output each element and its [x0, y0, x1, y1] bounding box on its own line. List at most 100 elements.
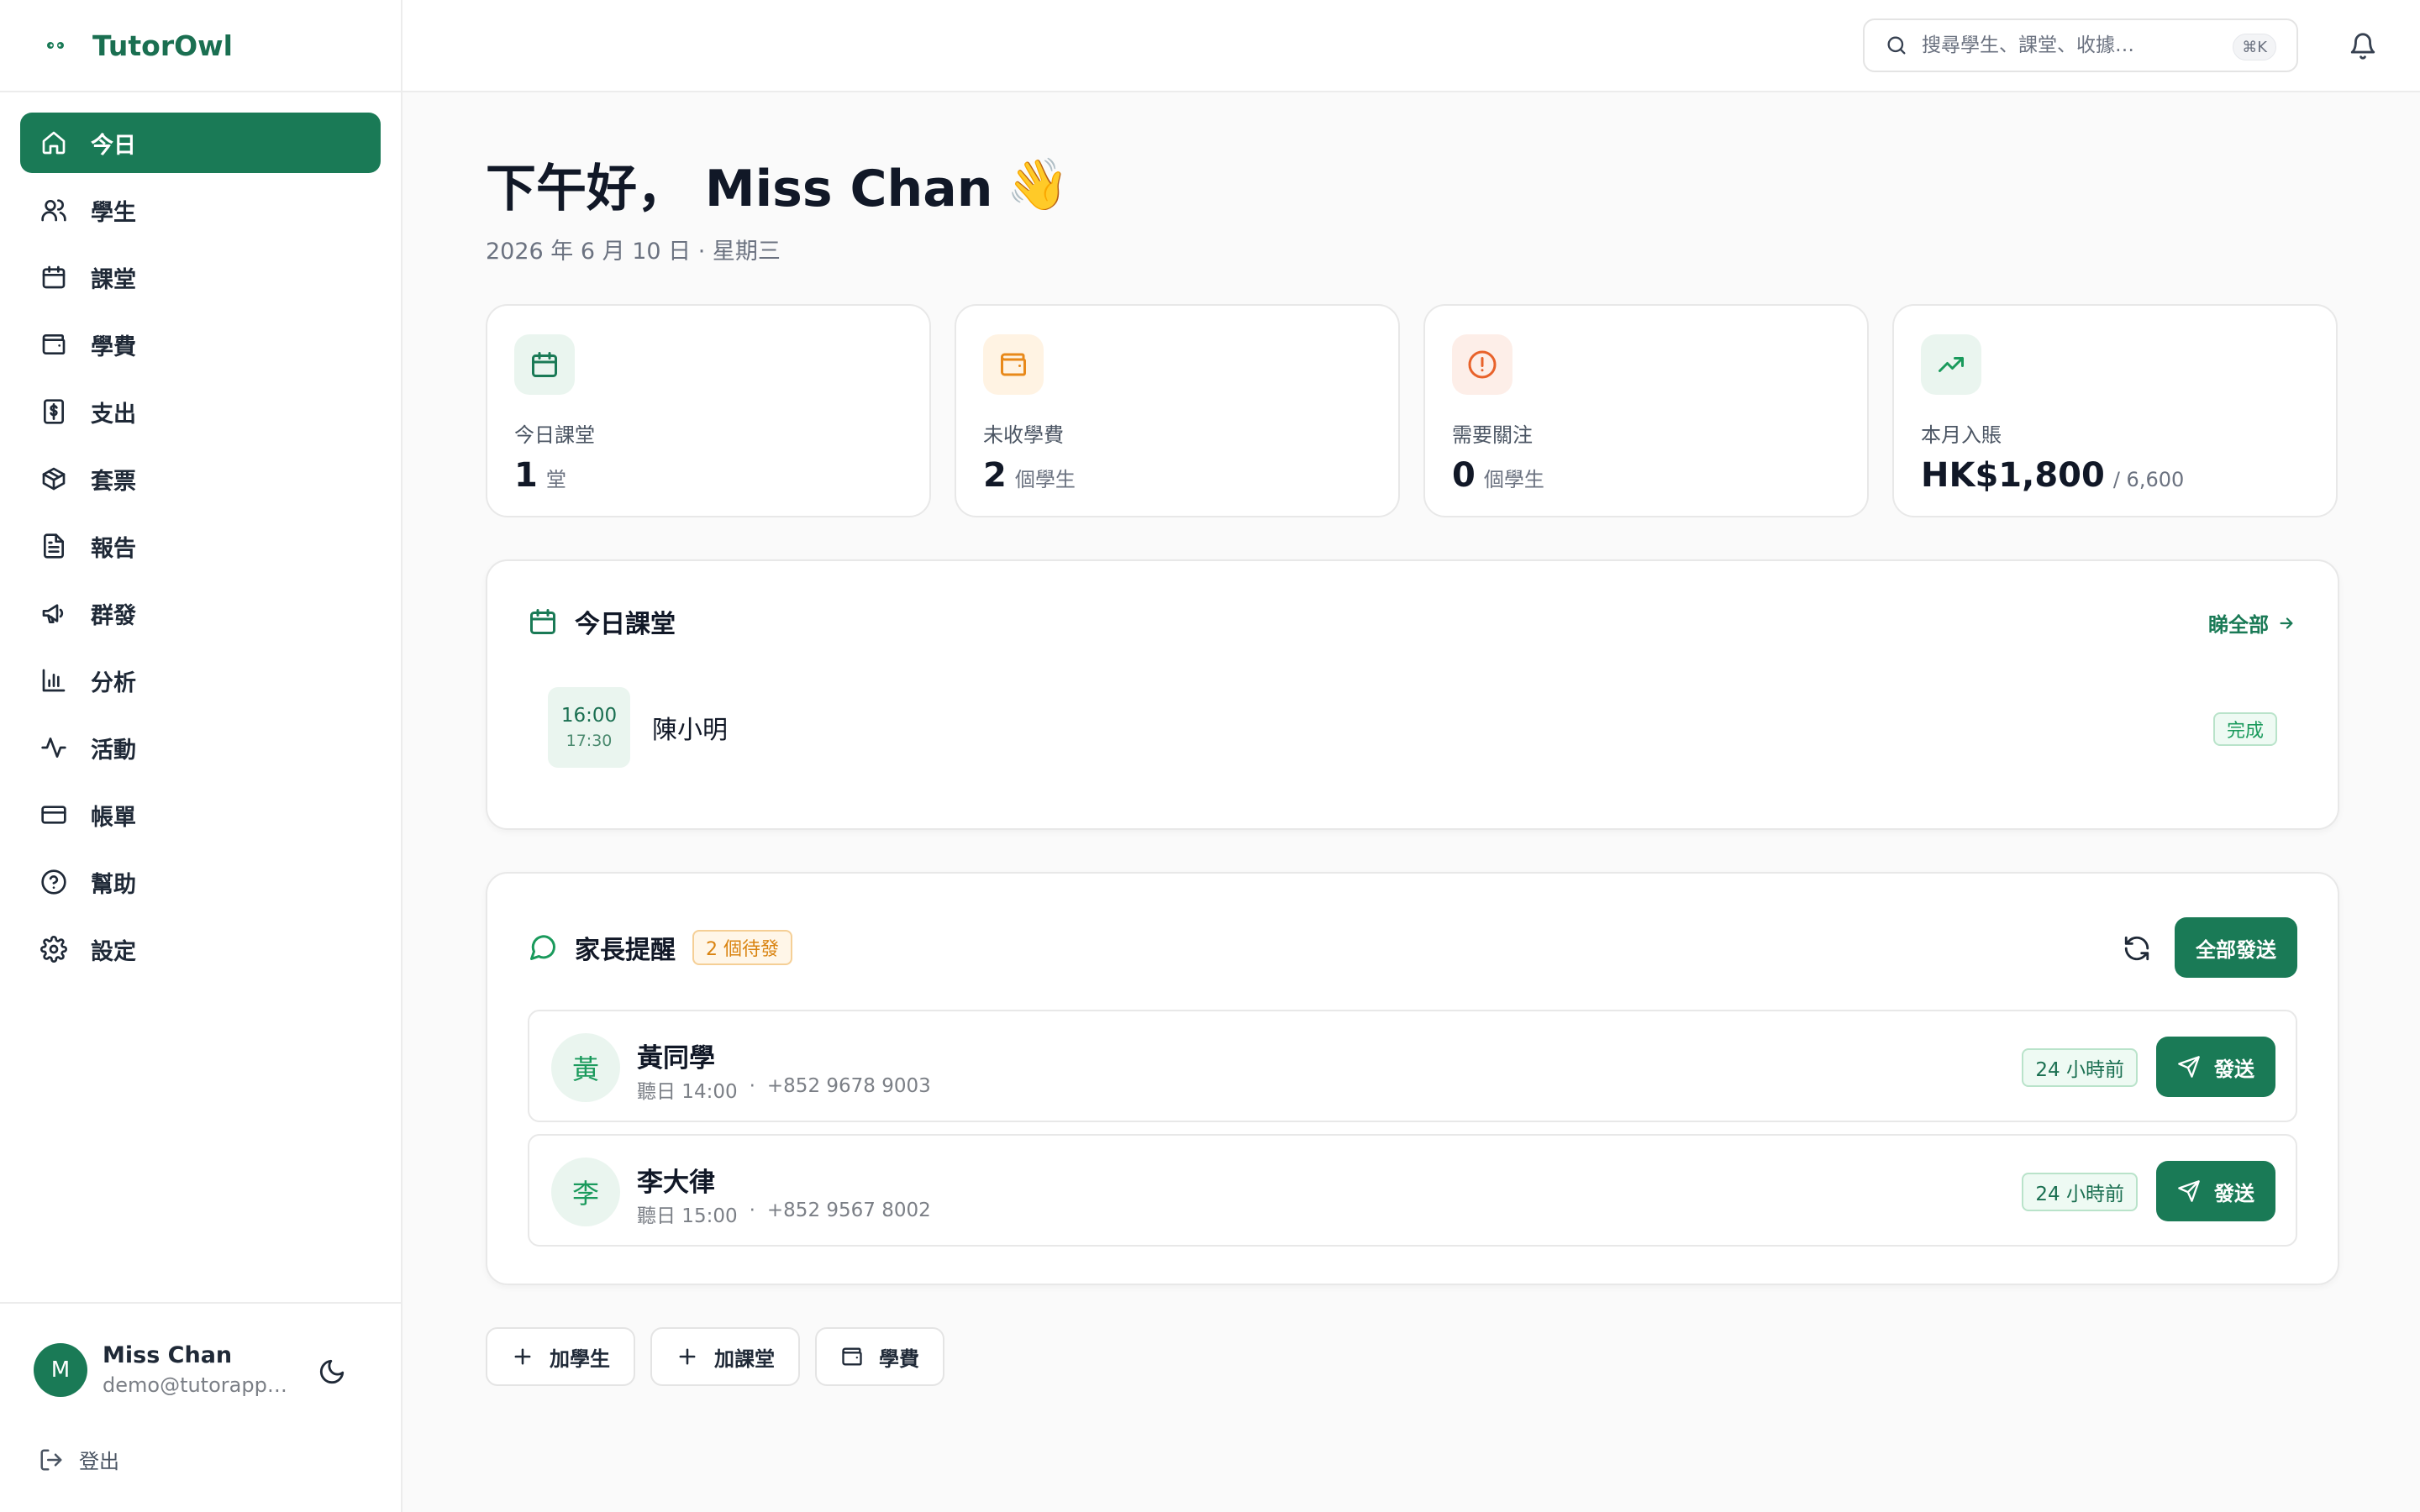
button-label: 學費 — [879, 1347, 919, 1371]
alert-circle-icon — [1468, 350, 1497, 379]
reminder-time-badge: 24 小時前 — [2022, 1048, 2138, 1087]
lesson-start-time: 16:00 — [560, 705, 618, 727]
arrow-right-icon — [2280, 617, 2293, 629]
add-lesson-button[interactable]: 加課堂 — [650, 1327, 800, 1386]
logout-button[interactable]: 登出 — [39, 1445, 119, 1474]
package-icon — [42, 467, 66, 491]
sidebar-item-expenses[interactable]: 支出 — [20, 381, 381, 442]
sidebar-footer: M Miss Chan demo@tutorapp.com 登出 — [0, 1302, 401, 1512]
sidebar-item-help[interactable]: 幫助 — [20, 852, 381, 912]
sidebar-item-packages[interactable]: 套票 — [20, 449, 381, 509]
refresh-icon[interactable] — [2123, 934, 2151, 963]
sidebar-item-today[interactable]: 今日 — [20, 113, 381, 173]
sidebar-item-broadcast[interactable]: 群發 — [20, 583, 381, 643]
lesson-item[interactable]: 16:00 17:30 陳小明 — [548, 687, 728, 768]
sidebar-item-label: 課堂 — [91, 266, 136, 293]
add-student-button[interactable]: 加學生 — [486, 1327, 635, 1386]
stat-value: 1 堂 — [514, 456, 902, 495]
quick-actions: 加學生 加課堂 學費 — [486, 1327, 2339, 1386]
separator-dot: · — [749, 1075, 755, 1097]
reminder-phone: +852 9567 8002 — [766, 1200, 931, 1221]
sidebar-item-label: 設定 — [91, 938, 136, 965]
card-title: 家長提醒 — [575, 936, 676, 965]
avatar: 黃 — [551, 1033, 620, 1102]
send-button[interactable]: 發送 — [2156, 1161, 2275, 1221]
avatar: 李 — [551, 1158, 620, 1226]
send-button[interactable]: 發送 — [2156, 1037, 2275, 1097]
stat-number: 2 — [983, 456, 1007, 495]
sidebar-item-label: 分析 — [91, 669, 136, 696]
see-all-label: 睇全部 — [2208, 613, 2269, 637]
bell-icon[interactable] — [2349, 32, 2377, 60]
send-all-button[interactable]: 全部發送 — [2175, 917, 2297, 978]
logout-icon — [40, 1449, 62, 1470]
stat-card-attention[interactable]: 需要關注 0 個學生 — [1423, 304, 1869, 517]
send-icon — [2178, 1180, 2200, 1202]
stat-card-unpaid-fees[interactable]: 未收學費 2 個學生 — [955, 304, 1400, 517]
stat-label: 本月入賬 — [1921, 423, 2002, 447]
sidebar-item-label: 學費 — [91, 333, 136, 360]
sidebar-item-label: 報告 — [91, 535, 136, 562]
stat-label: 未收學費 — [983, 423, 1064, 447]
search-icon — [1887, 36, 1906, 55]
stat-unit: 個學生 — [1014, 468, 1076, 491]
topbar: ⌘K — [402, 0, 2420, 92]
lesson-time: 16:00 17:30 — [548, 687, 630, 768]
main-content: 下午好， Miss Chan 👋 2026 年 6 月 10 日 · 星期三 今… — [486, 92, 2339, 1386]
help-circle-icon — [41, 869, 66, 895]
sidebar-item-students[interactable]: 學生 — [20, 180, 381, 240]
reminder-detail: 聽日 15:00 · +852 9567 8002 — [637, 1200, 931, 1228]
sidebar-item-label: 幫助 — [91, 871, 136, 898]
sidebar-item-fees[interactable]: 學費 — [20, 314, 381, 375]
sidebar-item-label: 帳單 — [91, 804, 136, 831]
stat-card-today-lessons[interactable]: 今日課堂 1 堂 — [486, 304, 931, 517]
calendar-icon — [532, 352, 557, 377]
sidebar-nav: 今日 學生 課堂 學費 支出 套票 報告 群發 分析 活動 帳單 幫助 設定 — [0, 92, 401, 979]
reminder-time-badge: 24 小時前 — [2022, 1173, 2138, 1211]
stats-row: 今日課堂 1 堂 未收學費 2 個學生 需要關注 0 個學生 本月入賬 HK$1… — [486, 304, 2339, 517]
credit-card-icon — [41, 806, 66, 824]
megaphone-icon — [42, 604, 64, 623]
status-badge: 完成 — [2212, 712, 2277, 746]
search-input[interactable] — [1922, 34, 2207, 56]
sidebar-item-activity[interactable]: 活動 — [20, 717, 381, 778]
stat-label: 今日課堂 — [514, 423, 595, 447]
user-profile[interactable]: M Miss Chan demo@tutorapp.com — [34, 1342, 287, 1397]
see-all-link[interactable]: 睇全部 — [2208, 608, 2296, 638]
reminder-when: 聽日 15:00 — [637, 1205, 738, 1227]
sidebar: TutorOwl 今日 學生 課堂 學費 支出 套票 報告 群發 分析 活動 帳… — [0, 0, 402, 1512]
plus-icon — [679, 1348, 696, 1365]
sidebar-item-settings[interactable]: 設定 — [20, 919, 381, 979]
greeting-text: 下午好， Miss Chan — [486, 160, 993, 218]
stat-value: 0 個學生 — [1452, 456, 1840, 495]
sidebar-item-label: 群發 — [91, 602, 136, 629]
moon-icon[interactable] — [318, 1357, 346, 1386]
stat-icon-bg — [983, 334, 1044, 395]
search-box[interactable]: ⌘K — [1863, 18, 2298, 72]
current-date: 2026 年 6 月 10 日 · 星期三 — [486, 239, 781, 265]
sidebar-item-reports[interactable]: 報告 — [20, 516, 381, 576]
fees-button[interactable]: 學費 — [815, 1327, 944, 1386]
stat-icon-bg — [514, 334, 575, 395]
parent-reminders-card: 家長提醒 2 個待發 全部發送 黃 黃同學 聽日 14:00 · +852 96… — [486, 872, 2339, 1285]
stat-card-monthly-income[interactable]: 本月入賬 HK$1,800 / 6,600 — [1892, 304, 2338, 517]
calendar-icon — [42, 265, 66, 289]
sidebar-item-billing[interactable]: 帳單 — [20, 785, 381, 845]
sidebar-item-analytics[interactable]: 分析 — [20, 650, 381, 711]
sidebar-item-lessons[interactable]: 課堂 — [20, 247, 381, 307]
activity-icon — [41, 738, 66, 758]
stat-unit: 個學生 — [1483, 468, 1544, 491]
calendar-icon — [530, 609, 555, 634]
stat-unit: / 6,600 — [2112, 468, 2185, 491]
wave-emoji: 👋 — [1006, 155, 1070, 214]
user-name: Miss Chan — [103, 1342, 233, 1368]
shortcut-hint: ⌘K — [2233, 34, 2276, 60]
page-title: 下午好， Miss Chan 👋 — [486, 148, 2339, 221]
stat-value: HK$1,800 / 6,600 — [1921, 456, 2309, 495]
stat-number: 1 — [514, 456, 538, 495]
brand[interactable]: TutorOwl — [0, 0, 401, 92]
reminder-when: 聽日 14:00 — [637, 1081, 738, 1103]
home-icon — [42, 131, 66, 155]
users-icon — [41, 199, 66, 222]
lesson-student: 陳小明 — [652, 716, 728, 745]
